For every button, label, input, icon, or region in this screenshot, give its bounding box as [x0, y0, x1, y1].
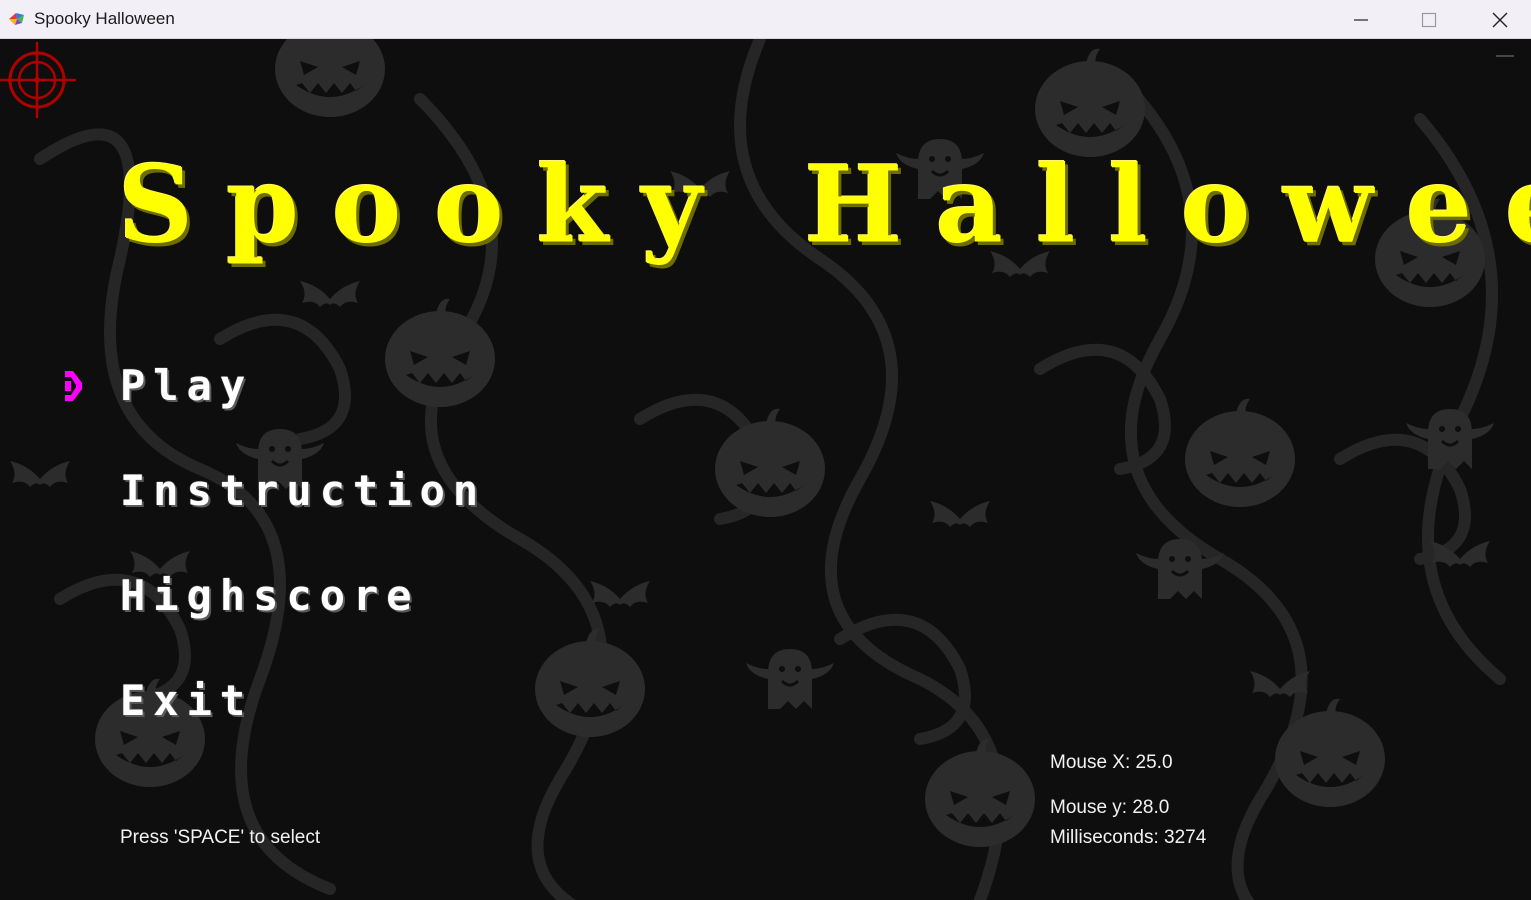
title-bar[interactable]: Spooky Halloween [0, 0, 1531, 39]
debug-mouse-x: Mouse X: 25.0 [1050, 752, 1173, 773]
close-icon [1492, 12, 1508, 27]
debug-mouse-y: Mouse y: 28.0 [1050, 797, 1170, 818]
game-canvas[interactable]: Spooky Halloween Play Instruction Highsc… [0, 39, 1531, 900]
maximize-icon [1421, 12, 1437, 27]
minimize-icon [1354, 18, 1368, 21]
menu-item-highscore[interactable]: Highscore [120, 571, 420, 621]
select-hint: Press 'SPACE' to select [120, 827, 321, 848]
menu-item-exit[interactable]: Exit [120, 676, 253, 726]
magenta-arrow-icon [65, 371, 82, 401]
corner-watermark-icon [1496, 55, 1514, 57]
game-title: Spooky Halloween [118, 141, 1531, 268]
menu-item-play[interactable]: Play [120, 361, 253, 411]
minimize-button[interactable] [1326, 0, 1396, 39]
red-crosshair-icon [0, 42, 76, 118]
app-icon [7, 10, 27, 28]
window-title: Spooky Halloween [34, 9, 175, 28]
debug-milliseconds: Milliseconds: 3274 [1050, 827, 1207, 848]
maximize-button[interactable] [1394, 0, 1464, 39]
menu-item-instruction[interactable]: Instruction [120, 466, 486, 516]
close-button[interactable] [1465, 0, 1531, 39]
app-window: Spooky Halloween Spooky Hallowe Play Ins… [0, 0, 1531, 900]
